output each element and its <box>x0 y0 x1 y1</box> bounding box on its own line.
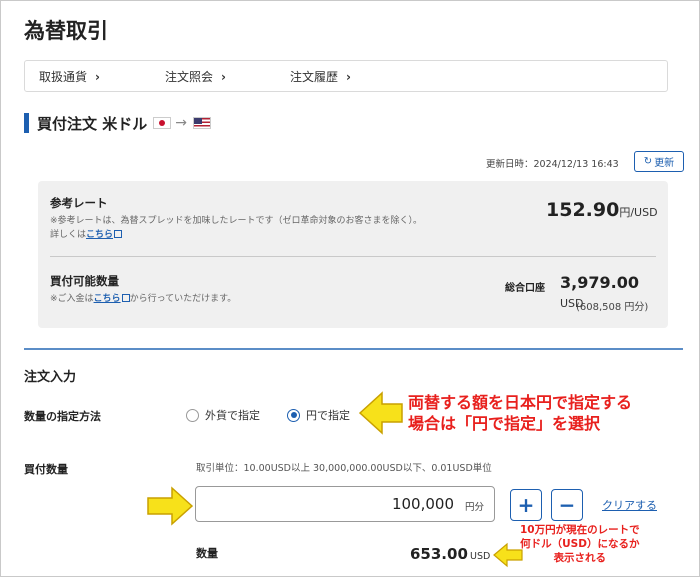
reference-rate-note: ※参考レートは、為替スプレッドを加味したレートです（ゼロ革命対象のお客さまを除く… <box>50 216 423 226</box>
radio-foreign-currency[interactable]: 外貨で指定 <box>186 407 260 423</box>
quantity-method-label: 数量の指定方法 <box>24 410 101 423</box>
panel-divider <box>50 256 656 257</box>
rate-info-panel: 参考レート ※参考レートは、為替スプレッドを加味したレートです（ゼロ革命対象のお… <box>38 181 668 328</box>
clear-link[interactable]: クリアする <box>602 497 657 513</box>
update-timestamp: 更新日時：2024/12/13 16:43 <box>486 159 619 170</box>
page-title: 為替取引 <box>24 19 108 43</box>
radio-unchecked-icon <box>186 408 199 422</box>
radio-checked-icon <box>287 408 300 422</box>
deposit-link[interactable]: こちら <box>94 294 121 304</box>
callout-arrow-left-icon <box>358 391 403 435</box>
deposit-note: ※ご入金はこちら から行っていただけます。 <box>50 294 237 304</box>
rate-detail-note: 詳しくはこちら <box>50 227 123 240</box>
radio-yen[interactable]: 円で指定 <box>287 407 350 423</box>
callout-usd-conversion: 10万円が現在のレートで 何ドル（USD）になるか 表示される <box>520 524 640 564</box>
increment-button[interactable]: + <box>510 489 542 521</box>
nav-link-currencies[interactable]: 取扱通貨 › <box>39 68 100 85</box>
refresh-icon: ↻ <box>643 156 653 167</box>
order-input-title: 注文入力 <box>24 370 77 385</box>
converted-quantity-unit: USD <box>470 551 491 562</box>
external-link-icon <box>121 294 130 302</box>
quantity-label: 数量 <box>196 547 218 560</box>
trading-unit-note: 取引単位：10.00USD以上 30,000,000.00USD以下、0.01U… <box>196 463 492 474</box>
minus-icon: − <box>558 493 576 517</box>
section-accent-bar <box>24 113 29 133</box>
external-link-icon <box>114 230 123 238</box>
converted-quantity-value: 653.00 <box>410 545 468 563</box>
chevron-right-icon: › <box>95 70 100 84</box>
nav-link-order-inquiry[interactable]: 注文照会 › <box>165 68 226 85</box>
callout-arrow-right-icon <box>147 486 194 526</box>
us-flag-icon <box>192 117 211 129</box>
callout-yen-method: 両替する額を日本円で指定する 場合は「円で指定」を選択 <box>408 393 633 433</box>
available-yen-equivalent: (608,508 円分) <box>576 302 649 313</box>
decrement-button[interactable]: − <box>551 489 583 521</box>
reference-rate-value: 152.90円/USD <box>546 199 658 221</box>
chevron-right-icon: › <box>346 70 351 84</box>
navigation-bar: 取扱通貨 › 注文照会 › 注文履歴 › <box>24 60 668 92</box>
account-type-label: 総合口座 <box>505 283 545 294</box>
plus-icon: + <box>517 493 535 517</box>
arrow-right-icon: → <box>175 115 187 131</box>
chevron-right-icon: › <box>221 70 226 84</box>
nav-link-order-history[interactable]: 注文履歴 › <box>290 68 351 85</box>
refresh-button[interactable]: ↻ 更新 <box>634 151 684 172</box>
japan-flag-icon <box>153 117 172 129</box>
amount-input-value: 100,000 <box>391 495 454 513</box>
amount-input[interactable]: 100,000 円分 <box>195 486 495 522</box>
rate-detail-link[interactable]: こちら <box>86 230 113 240</box>
available-quantity-label: 買付可能数量 <box>50 274 119 288</box>
buy-amount-label: 買付数量 <box>24 463 68 476</box>
section-title: 買付注文 米ドル <box>37 114 148 133</box>
section-divider <box>24 348 683 350</box>
section-header: 買付注文 米ドル → <box>24 112 211 134</box>
reference-rate-label: 参考レート <box>50 196 108 210</box>
amount-unit-label: 円分 <box>464 502 484 513</box>
